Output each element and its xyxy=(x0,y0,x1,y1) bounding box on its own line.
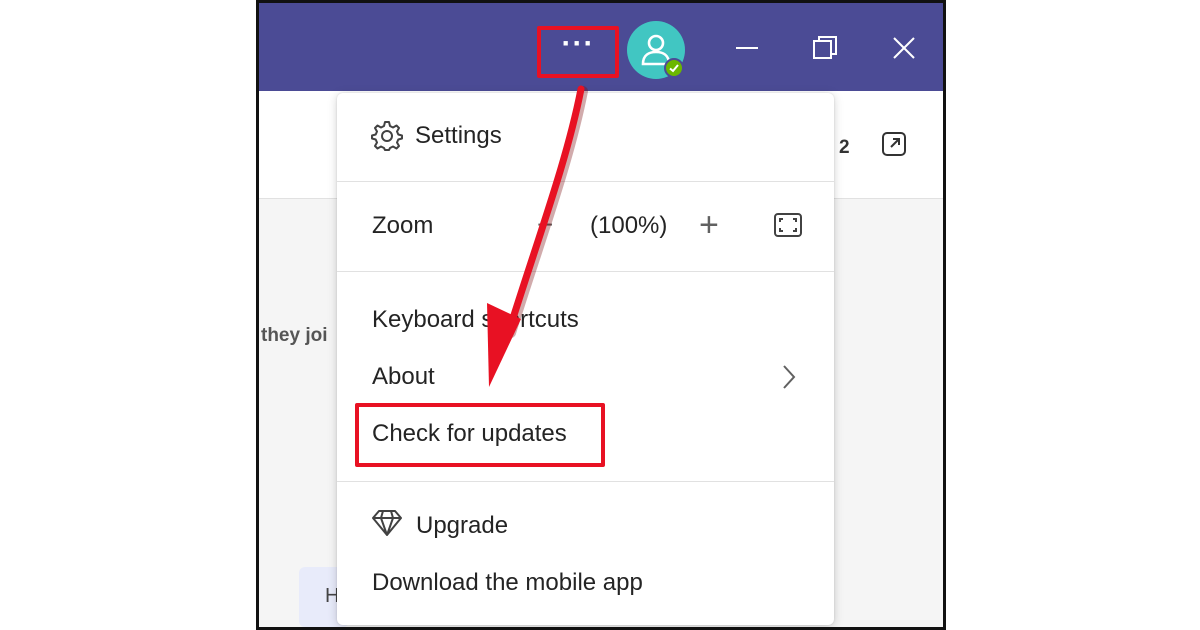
presence-badge xyxy=(664,58,684,78)
presence-check-icon xyxy=(669,64,679,73)
menu-divider xyxy=(337,481,834,482)
menu-item-upgrade[interactable]: Upgrade xyxy=(337,493,834,553)
participant-count: 2 xyxy=(839,137,850,158)
zoom-value: (100%) xyxy=(590,212,668,239)
menu-item-keyboard-shortcuts[interactable]: Keyboard shortcuts xyxy=(372,306,579,334)
more-options-menu: Settings Zoom − (100%) + Keyboard shortc… xyxy=(337,93,834,625)
more-options-icon: ··· xyxy=(561,27,595,60)
chevron-right-icon xyxy=(783,365,796,389)
gear-icon xyxy=(371,121,403,151)
maximize-icon xyxy=(813,36,837,59)
menu-divider xyxy=(337,271,834,272)
background-message-text: they joi xyxy=(261,325,328,346)
zoom-in-button[interactable]: + xyxy=(699,206,719,245)
popout-icon xyxy=(882,132,906,156)
title-bar: ··· xyxy=(259,3,943,91)
check-updates-highlight xyxy=(355,403,605,467)
zoom-out-button[interactable]: − xyxy=(537,209,553,241)
more-options-button[interactable]: ··· xyxy=(537,26,619,78)
zoom-label: Zoom xyxy=(372,212,434,239)
menu-item-about[interactable]: About xyxy=(337,349,834,405)
menu-item-download-mobile-app[interactable]: Download the mobile app xyxy=(372,569,643,597)
popout-button[interactable] xyxy=(881,131,907,162)
settings-label: Settings xyxy=(415,122,502,149)
menu-item-zoom: Zoom − (100%) + xyxy=(337,182,834,270)
minimize-icon xyxy=(736,47,758,49)
diamond-icon xyxy=(372,510,402,536)
about-label: About xyxy=(372,363,435,390)
minimize-button[interactable] xyxy=(732,33,762,63)
fullscreen-icon[interactable] xyxy=(773,212,803,238)
maximize-button[interactable] xyxy=(810,33,840,63)
close-button[interactable] xyxy=(889,33,919,63)
upgrade-label: Upgrade xyxy=(416,512,509,539)
menu-item-settings[interactable]: Settings xyxy=(337,93,834,181)
close-icon xyxy=(893,37,915,59)
app-window: ··· 2 they joi H Settings Zoom − (100%) … xyxy=(256,0,946,630)
